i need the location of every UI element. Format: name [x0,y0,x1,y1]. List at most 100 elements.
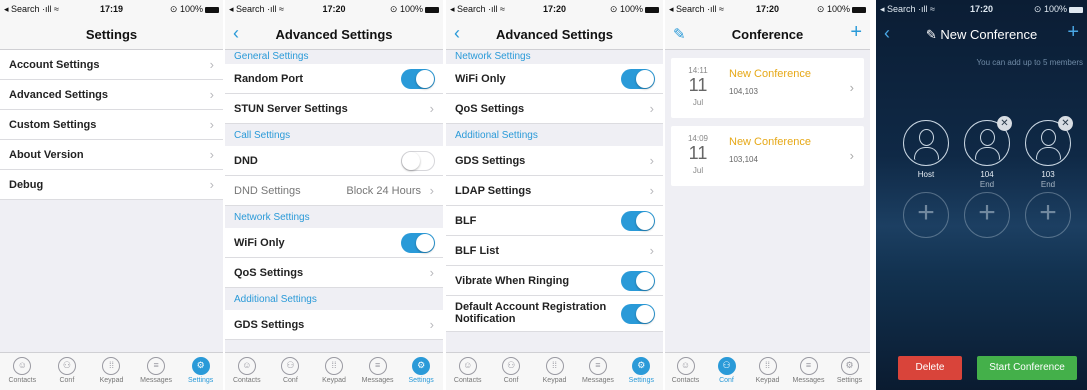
tab-contacts[interactable]: ☺ Contacts [446,353,489,390]
tab-contacts[interactable]: ☺ Contacts [225,353,269,390]
settings-item-debug[interactable]: Debug › [0,170,223,200]
item-label: Debug [9,179,44,191]
chevron-right-icon: › [429,183,434,198]
keypad-icon: ⁞⁞ [545,357,564,375]
conference-members: 104,103 [729,87,758,96]
setting-dnd-settings[interactable]: DND Settings Block 24 Hours › [225,176,443,206]
chevron-right-icon: › [209,147,214,162]
battery-indicator: ⊙ 100% [1034,4,1083,15]
conference-time: 14:09 [687,134,709,143]
dnd-toggle[interactable] [401,151,435,171]
tab-contacts[interactable]: ☺ Contacts [0,353,45,390]
tab-keypad[interactable]: ⁞⁞ Keypad [89,353,134,390]
dnd-value: Block 24 Hours [346,185,421,197]
conference-month: Jul [692,166,704,175]
setting-qos[interactable]: QoS Settings › [225,258,443,288]
settings-item-custom[interactable]: Custom Settings › [0,110,223,140]
settings-screen: ◂ Search ·ıll ≈ 17:19 ⊙ 100% Settings Ac… [0,0,223,390]
page-title: Settings [85,27,138,42]
add-conference-icon[interactable]: + [850,21,862,44]
page-title[interactable]: ✎ New Conference [876,27,1087,43]
settings-item-account[interactable]: Account Settings › [0,50,223,80]
keypad-icon: ⁞⁞ [102,357,121,375]
setting-ldap[interactable]: LDAP Settings › [446,176,663,206]
contacts-icon: ☺ [676,357,695,375]
tab-conf[interactable]: ⚇ Conf [489,353,532,390]
tab-messages[interactable]: ≡ Messages [356,353,400,390]
battery-indicator: ⊙ 100% [170,4,219,15]
battery-icon [425,6,439,13]
tab-settings[interactable]: ⚙ Settings [829,353,870,390]
status-bar: ◂ Search ·ıll ≈ 17:20 ⊙ 100% [225,0,443,18]
tab-keypad[interactable]: ⁞⁞ Keypad [533,353,576,390]
keypad-icon: ⁞⁞ [758,357,777,375]
add-member-slot[interactable]: + [964,192,1010,238]
section-header-general: General Settings [225,50,443,64]
wifi-only-toggle[interactable] [621,69,655,89]
add-member-slot[interactable]: + [903,192,949,238]
conference-item[interactable]: 14:11 11 Jul New Conference 104,103 › [671,58,864,118]
setting-blf-list[interactable]: BLF List › [446,236,663,266]
advanced-settings-list: General Settings Random Port STUN Server… [225,50,443,352]
advanced-settings-scrolled-screen: ◂ Search ·ıll ≈ 17:20 ⊙ 100% ‹ Advanced … [446,0,663,390]
member-104[interactable]: ✕ 104 End [964,116,1012,189]
remove-member-icon[interactable]: ✕ [997,116,1012,131]
delete-button[interactable]: Delete [898,356,962,380]
tab-settings[interactable]: ⚙ Settings [178,353,223,390]
tab-bar: ☺ Contacts ⚇ Conf ⁞⁞ Keypad ≡ Messages ⚙ Sett… [225,352,443,390]
blf-toggle[interactable] [621,211,655,231]
tab-keypad[interactable]: ⁞⁞ Keypad [747,353,788,390]
gear-icon: ⚙ [840,357,859,375]
add-member-icon[interactable]: + [1067,21,1079,44]
nav-bar: ✎ Conference + [665,18,870,50]
pencil-icon: ✎ [925,27,941,42]
nav-bar: Settings [0,18,223,50]
conference-title: New Conference [729,136,811,148]
messages-icon: ≡ [588,357,607,375]
section-header-additional: Additional Settings [225,288,443,310]
conference-list: 14:11 11 Jul New Conference 104,103 › 14… [665,50,870,352]
conference-time: 14:11 [688,66,708,75]
tab-conf[interactable]: ⚇ Conf [706,353,747,390]
setting-gds[interactable]: GDS Settings › [446,146,663,176]
settings-item-about-version[interactable]: About Version › [0,140,223,170]
setting-gds[interactable]: GDS Settings › [225,310,443,340]
setting-stun-server[interactable]: STUN Server Settings › [225,94,443,124]
advanced-settings-screen: ◂ Search ·ıll ≈ 17:20 ⊙ 100% ‹ Advanced … [225,0,443,390]
remove-member-icon[interactable]: ✕ [1058,116,1073,131]
default-notification-toggle[interactable] [621,304,655,324]
tab-conf[interactable]: ⚇ Conf [269,353,313,390]
tab-keypad[interactable]: ⁞⁞ Keypad [312,353,356,390]
tab-settings[interactable]: ⚙ Settings [399,353,443,390]
tab-contacts[interactable]: ☺ Contacts [665,353,706,390]
add-member-slot[interactable]: + [1025,192,1071,238]
conference-day: 11 [688,75,708,95]
conference-item[interactable]: 14:09 11 Jul New Conference 103,104 › [671,126,864,186]
tab-messages[interactable]: ≡ Messages [576,353,619,390]
item-label: About Version [9,149,84,161]
tab-messages[interactable]: ≡ Messages [788,353,829,390]
chevron-right-icon: › [209,117,214,132]
tab-conf[interactable]: ⚇ Conf [45,353,90,390]
item-label: Account Settings [9,59,100,71]
member-103[interactable]: ✕ 103 End [1025,116,1073,189]
start-conference-button[interactable]: Start Conference [977,356,1077,380]
member-status: End [1040,180,1056,189]
setting-qos[interactable]: QoS Settings › [446,94,663,124]
tab-messages[interactable]: ≡ Messages [134,353,179,390]
settings-item-advanced[interactable]: Advanced Settings › [0,80,223,110]
member-name: Host [917,170,935,179]
chevron-right-icon: › [649,153,654,168]
page-title: Conference [731,27,804,42]
member-host[interactable]: Host [903,120,949,179]
vibrate-toggle[interactable] [621,271,655,291]
tab-settings[interactable]: ⚙ Settings [620,353,663,390]
wifi-only-toggle[interactable] [401,233,435,253]
section-header-call: Call Settings [225,124,443,146]
random-port-toggle[interactable] [401,69,435,89]
battery-indicator: ⊙ 100% [390,4,439,15]
chevron-right-icon: › [849,148,854,163]
chevron-right-icon: › [429,265,434,280]
conference-list-screen: ◂ Search ·ıll ≈ 17:20 ⊙ 100% ✎ Conferenc… [665,0,870,390]
member-name: 104 [980,170,994,179]
